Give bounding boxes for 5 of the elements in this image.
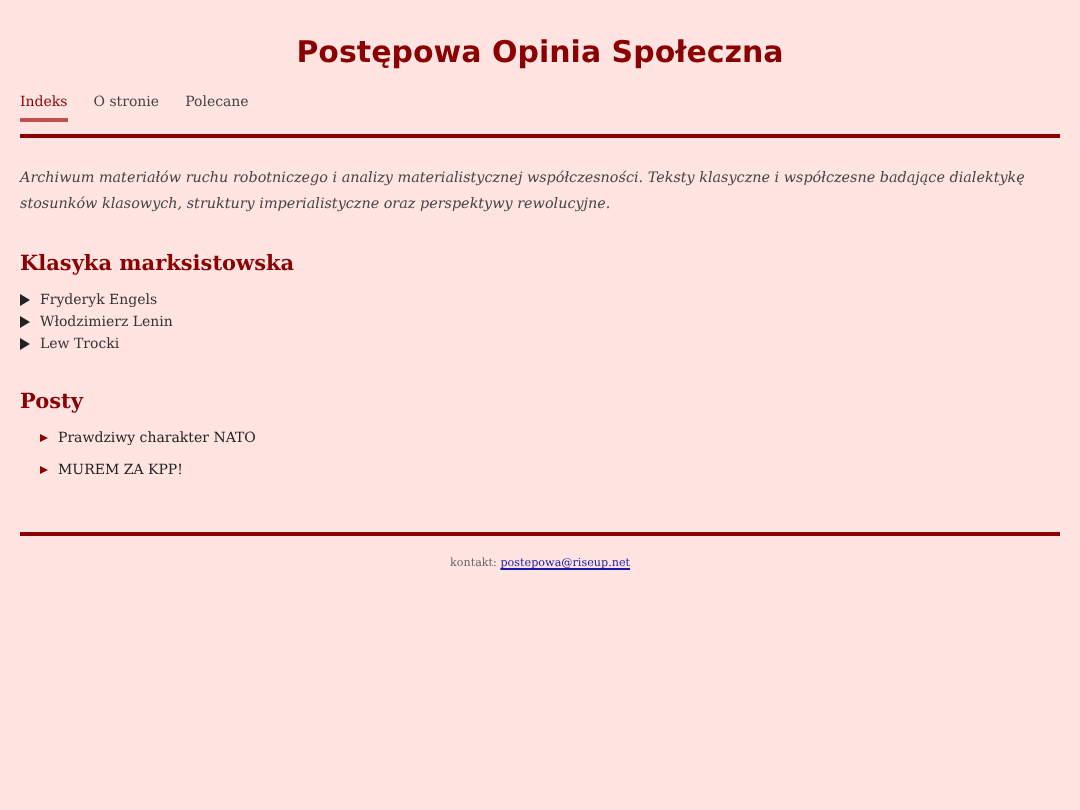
bullet-triangle-icon	[40, 434, 48, 442]
site-title: Postępowa Opinia Społeczna	[294, 34, 786, 70]
section-heading: Posty	[20, 390, 86, 414]
bullet-triangle-icon	[40, 466, 48, 474]
section-heading: Klasyka marksistowska	[20, 252, 297, 276]
